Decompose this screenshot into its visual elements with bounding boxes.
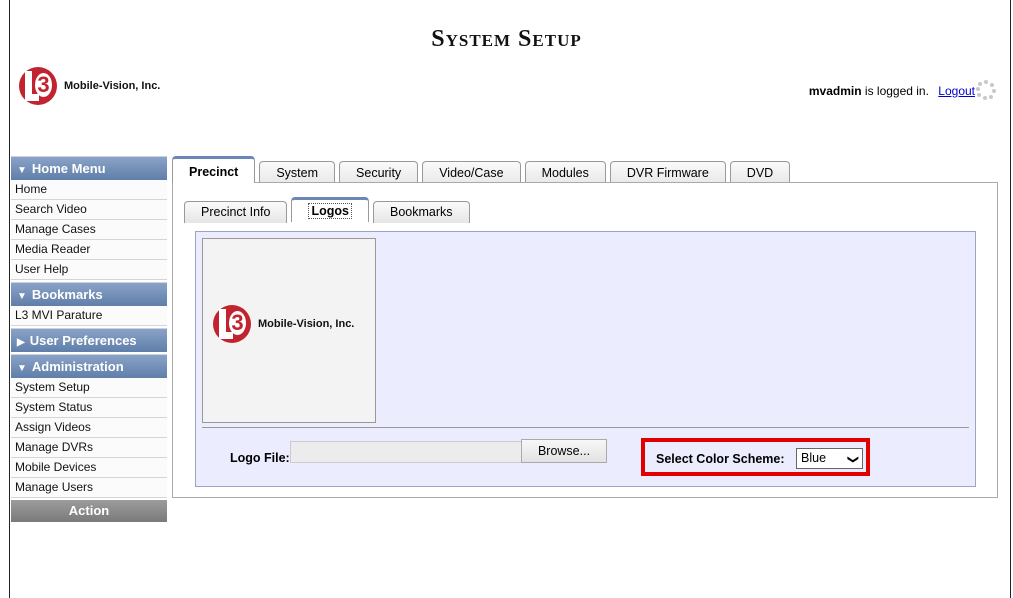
username: mvadmin (808, 84, 862, 98)
sidebar-action-button[interactable]: Action (11, 500, 167, 522)
sidebar-item-mobile-devices[interactable]: Mobile Devices (11, 458, 167, 478)
tab-dvr-firmware[interactable]: DVR Firmware (609, 161, 726, 184)
subtab-precinct-info[interactable]: Precinct Info (184, 201, 288, 223)
precinct-subtabs: Precinct Info Logos Bookmarks (184, 197, 474, 223)
sidebar-item-home[interactable]: Home (11, 180, 167, 200)
page-title: System Setup (431, 26, 582, 52)
brand-logo: 3 Mobile-Vision, Inc. (19, 67, 160, 105)
color-scheme-label: Select Color Scheme: (656, 452, 785, 466)
logo-preview-text: Mobile-Vision, Inc. (258, 318, 355, 330)
tab-security[interactable]: Security (339, 161, 419, 184)
tab-video-case[interactable]: Video/Case (422, 161, 521, 184)
sidebar-item-search-video[interactable]: Search Video (11, 200, 167, 220)
logo-preview: 3 Mobile-Vision, Inc. (202, 238, 376, 423)
logo-preview-image: 3 Mobile-Vision, Inc. (213, 305, 354, 343)
browse-button[interactable]: Browse... (521, 439, 607, 463)
l3-logo-icon: 3 (19, 67, 57, 105)
sidebar-header-bookmarks[interactable]: ▼ Bookmarks (11, 282, 167, 306)
tab-modules[interactable]: Modules (524, 161, 606, 184)
color-scheme-value: Blue (801, 451, 827, 465)
sidebar-header-home-menu[interactable]: ▼ Home Menu (11, 156, 167, 180)
sidebar-item-manage-users[interactable]: Manage Users (11, 478, 167, 498)
precinct-panel: Precinct Info Logos Bookmarks 3 Mobile-V… (172, 182, 998, 498)
logged-in-text: is logged in. (861, 84, 929, 98)
color-scheme-highlight: Select Color Scheme: Blue ❯ (641, 438, 870, 476)
sidebar-item-system-setup[interactable]: System Setup (11, 378, 167, 398)
l3-logo-icon: 3 (213, 305, 251, 343)
logo-file-input[interactable] (290, 441, 522, 463)
sidebar-header-administration[interactable]: ▼ Administration (11, 354, 167, 378)
brand-logo-text: Mobile-Vision, Inc. (64, 80, 161, 92)
subtab-logos[interactable]: Logos (291, 197, 369, 222)
triangle-right-icon: ▶ (17, 337, 25, 348)
color-scheme-select[interactable]: Blue ❯ (796, 448, 863, 469)
logout-link[interactable]: Logout (938, 84, 975, 98)
sidebar-item-manage-cases[interactable]: Manage Cases (11, 220, 167, 240)
logo-file-label: Logo File: (230, 451, 290, 465)
login-status: mvadmin is logged in. Logout (809, 84, 975, 98)
sidebar-item-system-status[interactable]: System Status (11, 398, 167, 418)
sidebar-header-user-preferences[interactable]: ▶ User Preferences (11, 328, 167, 352)
loading-spinner-icon (976, 80, 996, 100)
sidebar-item-manage-dvrs[interactable]: Manage DVRs (11, 438, 167, 458)
sidebar-item-user-help[interactable]: User Help (11, 260, 167, 280)
sidebar-item-l3-mvi-parature[interactable]: L3 MVI Parature (11, 306, 167, 326)
tab-system[interactable]: System (259, 161, 336, 184)
subtab-bookmarks[interactable]: Bookmarks (372, 201, 470, 223)
setup-tabs: Precinct System Security Video/Case Modu… (172, 156, 794, 184)
tab-dvd[interactable]: DVD (729, 161, 791, 184)
sidebar: ▼ Home Menu Home Search Video Manage Case… (11, 156, 167, 522)
sidebar-item-media-reader[interactable]: Media Reader (11, 240, 167, 260)
logos-panel: 3 Mobile-Vision, Inc. Logo File: Browse.… (195, 231, 976, 487)
divider (202, 427, 969, 428)
sidebar-item-assign-videos[interactable]: Assign Videos (11, 418, 167, 438)
tab-precinct[interactable]: Precinct (172, 156, 256, 183)
chevron-down-icon: ❯ (846, 454, 859, 465)
